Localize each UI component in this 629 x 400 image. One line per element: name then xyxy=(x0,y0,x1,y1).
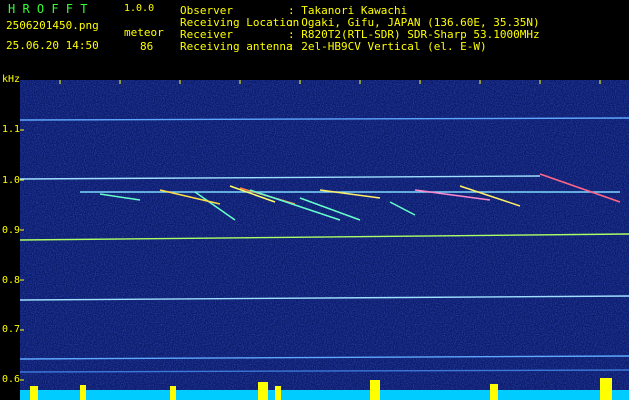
header-panel: H R O F F T 1.0.0 2506201450.png 25.06.2… xyxy=(0,0,629,72)
y-axis-unit: kHz xyxy=(2,74,21,85)
spectrogram-plot xyxy=(20,80,629,400)
y-tick-label: 1.1 xyxy=(2,124,21,135)
date-time: 25.06.20 14:50 xyxy=(6,39,99,52)
y-tick-label: 0.9 xyxy=(2,225,21,236)
y-tick-label: 0.7 xyxy=(2,324,21,335)
app-version: 1.0.0 xyxy=(124,3,155,14)
antenna-label: Receiving antenna xyxy=(180,40,293,53)
antenna-value: : 2el-HB9CV Vertical (el. E-W) xyxy=(288,40,487,53)
y-tick-label: 0.8 xyxy=(2,275,21,286)
y-tick-label: 1.0 xyxy=(2,175,21,186)
meteor-label: meteor xyxy=(124,26,164,39)
y-tick-label: 0.6 xyxy=(2,374,21,385)
file-name: 2506201450.png xyxy=(6,19,99,32)
meteor-count: 86 xyxy=(140,40,154,53)
app-title: H R O F F T xyxy=(8,2,88,16)
spectrogram-noise xyxy=(20,80,629,400)
amplitude-baseline xyxy=(20,390,629,400)
